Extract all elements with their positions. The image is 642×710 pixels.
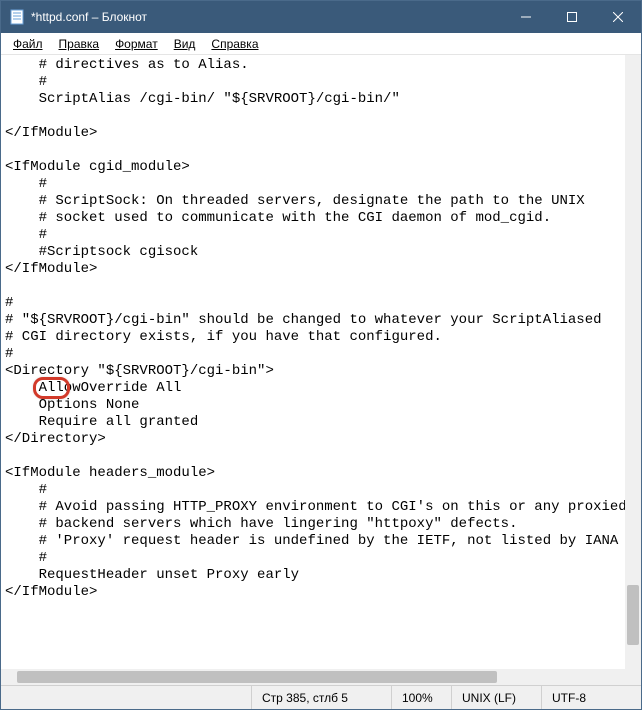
scrollbar-corner <box>625 669 641 685</box>
window-controls <box>503 1 641 33</box>
status-spacer <box>1 686 251 709</box>
menu-file[interactable]: Файл <box>5 35 51 53</box>
menubar: Файл Правка Формат Вид Справка <box>1 33 641 55</box>
vertical-scrollbar[interactable] <box>625 55 641 669</box>
menu-edit[interactable]: Правка <box>51 35 108 53</box>
status-zoom[interactable]: 100% <box>391 686 451 709</box>
statusbar: Стр 385, стлб 5 100% UNIX (LF) UTF-8 <box>1 685 641 709</box>
notepad-icon <box>9 9 25 25</box>
editor-area: # directives as to Alias. # ScriptAlias … <box>1 55 641 685</box>
vertical-scrollbar-thumb[interactable] <box>627 585 639 645</box>
menu-help[interactable]: Справка <box>203 35 266 53</box>
maximize-button[interactable] <box>549 1 595 33</box>
horizontal-scrollbar-thumb[interactable] <box>17 671 497 683</box>
status-encoding: UTF-8 <box>541 686 641 709</box>
status-line-ending: UNIX (LF) <box>451 686 541 709</box>
horizontal-scrollbar[interactable] <box>1 669 625 685</box>
menu-view[interactable]: Вид <box>166 35 204 53</box>
minimize-button[interactable] <box>503 1 549 33</box>
menu-format[interactable]: Формат <box>107 35 166 53</box>
window-title: *httpd.conf – Блокнот <box>31 10 503 24</box>
titlebar: *httpd.conf – Блокнот <box>1 1 641 33</box>
close-button[interactable] <box>595 1 641 33</box>
status-cursor-position: Стр 385, стлб 5 <box>251 686 391 709</box>
text-editor[interactable]: # directives as to Alias. # ScriptAlias … <box>1 55 625 669</box>
